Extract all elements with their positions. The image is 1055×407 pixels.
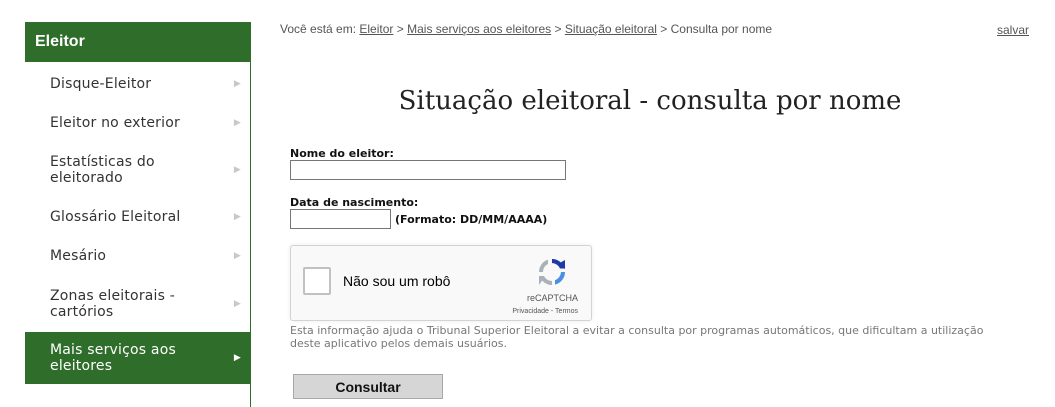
- sidebar-item-zonas-eleitorais[interactable]: Zonas eleitorais - cartórios ▶: [25, 276, 250, 332]
- breadcrumb-link-situacao-eleitoral[interactable]: Situação eleitoral: [565, 22, 657, 36]
- chevron-right-icon: ▶: [233, 299, 241, 309]
- sidebar-item-glossario[interactable]: Glossário Eleitoral ▶: [25, 198, 250, 236]
- breadcrumb-link-eleitor[interactable]: Eleitor: [359, 22, 393, 36]
- recaptcha-widget: Não sou um robô reCAPTCHA Privacidade - …: [290, 245, 592, 321]
- sidebar-title: Eleitor: [25, 22, 250, 62]
- recaptcha-terms-link[interactable]: Privacidade - Termos: [512, 308, 578, 315]
- chevron-right-icon: ▶: [233, 79, 241, 89]
- sidebar-item-label: Disque-Eleitor: [50, 76, 152, 92]
- breadcrumb-current: Consulta por nome: [670, 22, 773, 36]
- breadcrumb-separator: >: [660, 22, 668, 36]
- breadcrumb-separator: >: [396, 22, 404, 36]
- save-link[interactable]: salvar: [997, 23, 1029, 37]
- sidebar-item-estatisticas[interactable]: Estatísticas do eleitorado ▶: [25, 142, 250, 198]
- breadcrumb-prefix: Você está em:: [280, 22, 357, 36]
- captcha-info-text: Esta informação ajuda o Tribunal Superio…: [290, 324, 984, 350]
- chevron-right-icon: ▶: [233, 353, 241, 363]
- sidebar-item-mesario[interactable]: Mesário ▶: [25, 236, 250, 276]
- sidebar: Eleitor Disque-Eleitor ▶ Eleitor no exte…: [25, 22, 251, 407]
- sidebar-item-disque-eleitor[interactable]: Disque-Eleitor ▶: [25, 64, 250, 104]
- sidebar-item-eleitor-no-exterior[interactable]: Eleitor no exterior ▶: [25, 104, 250, 142]
- chevron-right-icon: ▶: [233, 118, 241, 128]
- name-label: Nome do eleitor:: [290, 147, 394, 160]
- chevron-right-icon: ▶: [233, 251, 241, 261]
- sidebar-item-label: Estatísticas do eleitorado: [50, 154, 155, 186]
- birth-date-label: Data de nascimento:: [290, 196, 419, 209]
- breadcrumb: Você está em: Eleitor > Mais serviços ao…: [280, 22, 772, 36]
- sidebar-item-label: Zonas eleitorais - cartórios: [50, 288, 176, 320]
- breadcrumb-link-mais-servicos[interactable]: Mais serviços aos eleitores: [407, 22, 551, 36]
- recaptcha-checkbox[interactable]: [303, 267, 331, 295]
- sidebar-item-label: Mesário: [50, 248, 107, 264]
- birth-date-input[interactable]: [290, 209, 391, 229]
- name-input[interactable]: [290, 160, 566, 180]
- sidebar-item-mais-servicos[interactable]: Mais serviços aos eleitores ▶: [25, 332, 250, 384]
- page-title: Situação eleitoral - consulta por nome: [398, 86, 902, 116]
- recaptcha-logo-icon: [538, 259, 565, 286]
- sidebar-item-label: Glossário Eleitoral: [50, 209, 181, 225]
- chevron-right-icon: ▶: [233, 165, 241, 175]
- recaptcha-label: Não sou um robô: [343, 273, 451, 289]
- consultar-button[interactable]: Consultar: [293, 374, 443, 399]
- sidebar-item-label: Eleitor no exterior: [50, 115, 180, 131]
- birth-date-format-hint: (Formato: DD/MM/AAAA): [395, 213, 548, 226]
- chevron-right-icon: ▶: [233, 212, 241, 222]
- recaptcha-brand: reCAPTCHA: [526, 293, 578, 303]
- sidebar-item-label: Mais serviços aos eleitores: [50, 342, 176, 374]
- breadcrumb-separator: >: [554, 22, 562, 36]
